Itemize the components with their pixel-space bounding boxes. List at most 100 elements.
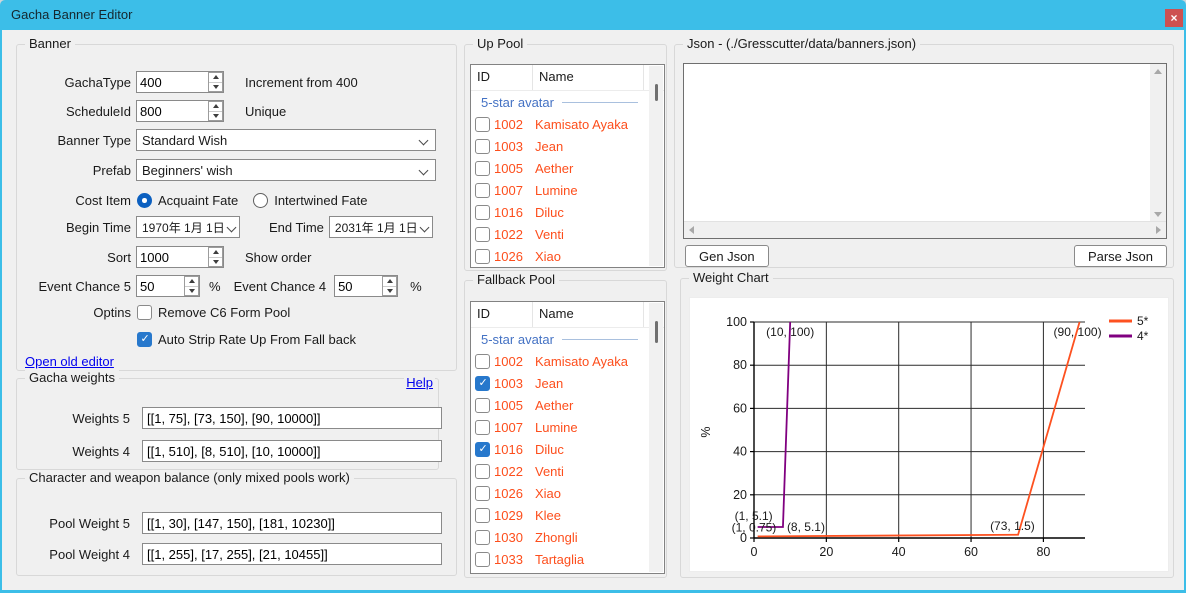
gen-json-button[interactable]: Gen Json bbox=[685, 245, 769, 267]
spin-down-button[interactable] bbox=[209, 258, 222, 267]
row-checkbox[interactable] bbox=[475, 376, 490, 391]
scheduleid-input[interactable] bbox=[137, 101, 208, 121]
open-old-editor-link[interactable]: Open old editor bbox=[25, 354, 114, 369]
category-label: 5-star avatar bbox=[481, 95, 554, 110]
pool-row[interactable]: 1016Diluc bbox=[471, 438, 664, 460]
pool-row[interactable]: 1005Aether bbox=[471, 157, 664, 179]
pool-row[interactable]: 1007Lumine bbox=[471, 179, 664, 201]
pool-row[interactable]: 1007Lumine bbox=[471, 416, 664, 438]
row-checkbox[interactable] bbox=[475, 508, 490, 523]
row-checkbox[interactable] bbox=[475, 227, 490, 242]
json-textarea[interactable] bbox=[684, 64, 1150, 222]
row-name: Xiao bbox=[535, 486, 561, 501]
row-checkbox[interactable] bbox=[475, 161, 490, 176]
scrollbar-thumb[interactable] bbox=[655, 321, 658, 343]
svg-text:0: 0 bbox=[751, 545, 758, 559]
event-chance-5-input[interactable] bbox=[137, 276, 184, 296]
pool-weight-4-label: Pool Weight 4 bbox=[29, 547, 130, 562]
spin-down-button[interactable] bbox=[383, 287, 396, 296]
pool-row[interactable]: 1016Diluc bbox=[471, 201, 664, 223]
radio-acquaint-fate[interactable] bbox=[137, 193, 152, 208]
spin-up-button[interactable] bbox=[383, 277, 396, 287]
remove-c6-checkbox[interactable] bbox=[137, 305, 152, 320]
end-time-select[interactable]: 2031年 1月 1日 bbox=[329, 216, 433, 238]
pool-row[interactable]: 1002Kamisato Ayaka bbox=[471, 350, 664, 372]
begin-time-select[interactable]: 1970年 1月 1日 bbox=[136, 216, 240, 238]
event-chance-5-label: Event Chance 5 bbox=[27, 279, 131, 294]
arrow-down-icon bbox=[387, 289, 393, 293]
row-checkbox[interactable] bbox=[475, 530, 490, 545]
weights-4-input[interactable] bbox=[142, 440, 442, 462]
spin-down-button[interactable] bbox=[209, 112, 222, 121]
pool-row[interactable]: 1022Venti bbox=[471, 460, 664, 482]
row-checkbox[interactable] bbox=[475, 205, 490, 220]
chevron-down-icon bbox=[419, 223, 429, 233]
pool-row[interactable]: 1033Tartaglia bbox=[471, 548, 664, 570]
row-checkbox[interactable] bbox=[475, 552, 490, 567]
scroll-right-icon[interactable] bbox=[1156, 226, 1161, 234]
row-checkbox[interactable] bbox=[475, 420, 490, 435]
weights-4-label: Weights 4 bbox=[29, 444, 130, 459]
sort-input[interactable] bbox=[137, 247, 208, 267]
parse-json-button[interactable]: Parse Json bbox=[1074, 245, 1167, 267]
spinner-buttons bbox=[382, 276, 397, 296]
column-header-name[interactable]: Name bbox=[533, 302, 644, 327]
banner-type-select[interactable]: Standard Wish bbox=[136, 129, 436, 151]
scroll-up-icon[interactable] bbox=[1154, 69, 1162, 74]
close-button[interactable]: × bbox=[1165, 9, 1183, 27]
json-vertical-scrollbar[interactable] bbox=[1150, 64, 1166, 222]
pool-row[interactable]: 1003Jean bbox=[471, 135, 664, 157]
scheduleid-spinner[interactable] bbox=[136, 100, 224, 122]
pool-row[interactable]: 1026Xiao bbox=[471, 482, 664, 504]
column-header-name[interactable]: Name bbox=[533, 65, 644, 90]
vertical-scrollbar[interactable] bbox=[649, 303, 663, 572]
row-checkbox[interactable] bbox=[475, 249, 490, 264]
row-checkbox[interactable] bbox=[475, 354, 490, 369]
row-name: Lumine bbox=[535, 420, 578, 435]
row-checkbox[interactable] bbox=[475, 486, 490, 501]
row-checkbox[interactable] bbox=[475, 464, 490, 479]
pool-row[interactable]: 1030Zhongli bbox=[471, 526, 664, 548]
json-horizontal-scrollbar[interactable] bbox=[684, 221, 1166, 238]
spin-up-button[interactable] bbox=[209, 102, 222, 112]
scrollbar-thumb[interactable] bbox=[655, 84, 658, 101]
column-header-id[interactable]: ID bbox=[471, 302, 533, 327]
spin-up-button[interactable] bbox=[209, 248, 222, 258]
banner-type-value: Standard Wish bbox=[142, 133, 227, 148]
row-checkbox[interactable] bbox=[475, 117, 490, 132]
svg-text:20: 20 bbox=[733, 488, 747, 502]
pool-weight-4-input[interactable] bbox=[142, 543, 442, 565]
pool-row[interactable]: 1022Venti bbox=[471, 223, 664, 245]
event-chance-4-spinner[interactable] bbox=[334, 275, 398, 297]
row-checkbox[interactable] bbox=[475, 183, 490, 198]
auto-strip-checkbox[interactable] bbox=[137, 332, 152, 347]
spin-down-button[interactable] bbox=[209, 83, 222, 92]
pool-row[interactable]: 1026Xiao bbox=[471, 245, 664, 267]
gachatype-input[interactable] bbox=[137, 72, 208, 92]
event-chance-4-input[interactable] bbox=[335, 276, 382, 296]
event-chance-5-spinner[interactable] bbox=[136, 275, 200, 297]
spin-up-button[interactable] bbox=[209, 73, 222, 83]
row-checkbox[interactable] bbox=[475, 139, 490, 154]
help-link[interactable]: Help bbox=[404, 375, 435, 390]
pool-row[interactable]: 1003Jean bbox=[471, 372, 664, 394]
scroll-down-icon[interactable] bbox=[1154, 212, 1162, 217]
vertical-scrollbar[interactable] bbox=[649, 66, 663, 266]
pool-row[interactable]: 1002Kamisato Ayaka bbox=[471, 113, 664, 135]
row-checkbox[interactable] bbox=[475, 574, 490, 575]
spin-up-button[interactable] bbox=[185, 277, 198, 287]
gachatype-spinner[interactable] bbox=[136, 71, 224, 93]
sort-spinner[interactable] bbox=[136, 246, 224, 268]
pool-row[interactable]: 1029Klee bbox=[471, 504, 664, 526]
pool-weight-5-input[interactable] bbox=[142, 512, 442, 534]
scroll-left-icon[interactable] bbox=[689, 226, 694, 234]
spin-down-button[interactable] bbox=[185, 287, 198, 296]
column-header-id[interactable]: ID bbox=[471, 65, 533, 90]
prefab-select[interactable]: Beginners' wish bbox=[136, 159, 436, 181]
pool-row[interactable]: 1005Aether bbox=[471, 394, 664, 416]
pool-row[interactable]: 1035Qiqi bbox=[471, 570, 664, 574]
weights-5-input[interactable] bbox=[142, 407, 442, 429]
radio-intertwined-fate[interactable] bbox=[253, 193, 268, 208]
row-checkbox[interactable] bbox=[475, 398, 490, 413]
row-checkbox[interactable] bbox=[475, 442, 490, 457]
